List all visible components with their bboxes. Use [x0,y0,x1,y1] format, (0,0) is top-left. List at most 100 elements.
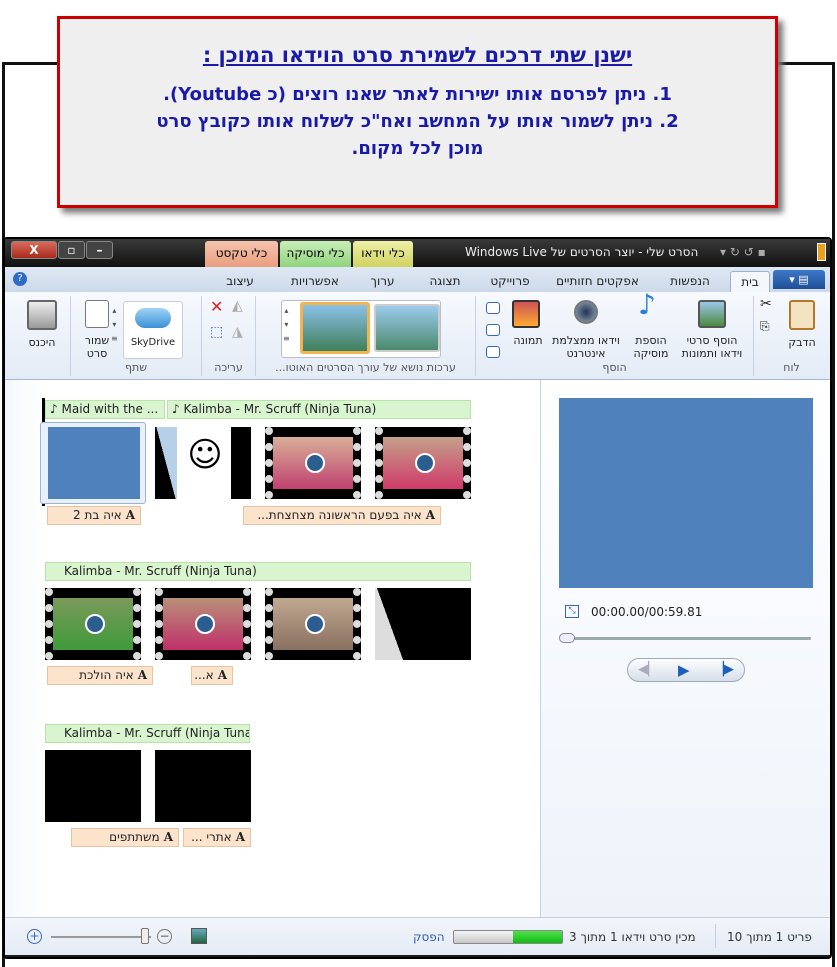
signin-button[interactable]: היכנס [19,336,65,349]
context-tab-text-tools[interactable]: כלי טקסט [205,241,278,268]
caption-clip[interactable]: Aא... [191,666,233,685]
title-icon[interactable] [486,302,500,314]
add-music-button[interactable]: הוספת מוסיקה [626,334,676,360]
credits-clip[interactable] [155,750,251,822]
progress-bar [453,930,563,944]
add-videos-button[interactable]: הוסף סרטי וידאו ותמונות [676,334,748,360]
music-clip[interactable]: ♪ Maid with the ... [45,400,165,419]
clip-birthday[interactable]: ☺ [155,427,251,499]
title-clip[interactable] [48,427,140,499]
playback-controls: ◀▏ ▶ ▕▶ [627,658,745,682]
zoom-slider-handle[interactable] [141,928,149,944]
caption-clip[interactable]: Aאיה בפעם הראשונה מצחצחת... [243,506,441,525]
tab-animations[interactable]: הנפשות [660,271,720,292]
cartoon-image: ☺ [187,435,223,475]
music-clip[interactable]: Kalimba - Mr. Scruff (Ninja Tuna) [45,562,471,581]
maximize-button[interactable]: ▫ [58,241,85,259]
music-clip[interactable]: Kalimba - Mr. Scruff (Ninja Tuna) [45,724,250,743]
save-movie-icon [85,300,109,328]
minimize-button[interactable]: – [86,241,113,259]
help-icon[interactable]: ? [13,272,27,286]
quick-access-toolbar[interactable]: ▾ ↻ ↺ ▪ [720,245,766,259]
music-clip[interactable]: ♪ Kalimba - Mr. Scruff (Ninja Tuna) [167,400,471,419]
item-count: פריט 1 מתוך 10 [727,930,812,944]
status-divider [715,924,716,948]
tab-visual-effects[interactable]: אפקטים חזותיים [545,271,650,292]
video-clip[interactable] [265,427,361,499]
webcam-video-button[interactable]: וידאו ממצלמת אינטרנט [546,334,626,360]
theme-item[interactable] [374,304,440,352]
clock-icon [305,614,325,634]
callout-line-3: מוכן לכל מקום. [351,138,484,159]
signin-icon [27,300,57,330]
thumbnail-size-icon[interactable] [191,928,207,944]
play-button[interactable]: ▶ [678,661,690,679]
stop-link[interactable]: הפסק [413,930,445,944]
group-clipboard: הדבק ✂ ⎘ לוח [753,296,829,376]
caption-icon[interactable] [486,324,500,336]
seek-bar[interactable] [561,637,811,640]
group-autotheme: ▴ ▾ ≡ ערכות נושא של עורך הסרטים האוטו... [255,296,475,376]
snapshot-button[interactable]: תמונה [508,334,548,347]
storyboard: ♪ Maid with the ... ♪ Kalimba - Mr. Scru… [5,380,540,917]
tab-view[interactable]: תצוגה [415,271,475,292]
group-editing: ✕ ◭ ⬚ ◮ עריכה [201,296,255,376]
fullscreen-icon[interactable]: ⤡ [565,605,579,618]
context-tab-music-tools[interactable]: כלי מוסיקה [280,241,351,268]
remove-icon[interactable]: ✕ [210,299,223,315]
callout-title: ישנן שתי דרכים לשמירת סרט הוידאו המוכן : [202,43,633,67]
video-clip[interactable] [265,588,361,660]
caption-clip[interactable]: Aאיה הולכת [47,666,153,685]
add-videos-icon [698,300,726,328]
tab-edit[interactable]: ערוך [355,271,410,292]
caption-clip[interactable]: Aמשתתפים [71,828,179,847]
tab-options[interactable]: אפשרויות [280,271,350,292]
group-label-editing: עריכה [214,361,243,374]
skydrive-label: SkyDrive [130,337,176,348]
context-tab-video-tools[interactable]: כלי וידאו [353,241,413,268]
tab-project[interactable]: פרוייקט [480,271,540,292]
paste-icon [789,300,815,330]
app-icon [817,243,826,261]
callout-line-2: 2. ניתן לשמור אותו על המחשב ואח"כ לשלוח … [156,111,679,132]
video-clip[interactable] [45,588,141,660]
preview-monitor[interactable] [559,398,813,588]
tab-home[interactable]: בית [730,271,770,292]
copy-icon[interactable]: ⎘ [760,320,770,333]
theme-item-selected[interactable] [300,302,370,354]
group-label-clipboard: לוח [783,361,800,374]
gallery-scroll[interactable]: ▴ ▾ ≡ [283,304,290,346]
ribbon-tabs: ? ▾ ▤ בית הנפשות אפקטים חזותיים פרוייקט … [5,267,830,292]
close-button[interactable]: X [11,241,57,259]
zoom-slider[interactable] [51,936,151,938]
video-clip-transition[interactable] [375,588,471,660]
video-clip[interactable] [155,588,251,660]
caption-clip[interactable]: Aאתרי ... [183,828,251,847]
skydrive-icon [135,308,171,328]
rotate-right-icon[interactable]: ◮ [232,325,243,339]
zoom-in-button[interactable]: + [27,929,42,944]
file-menu-button[interactable]: ▾ ▤ [773,270,825,289]
paste-button[interactable]: הדבק [779,336,825,349]
clock-icon [195,614,215,634]
rotate-left-icon[interactable]: ◭ [232,299,243,313]
group-label-share: שתף [124,361,148,374]
caption-clip[interactable]: Aאיה בת 2 [47,506,141,525]
cut-icon[interactable]: ✂ [760,297,772,311]
group-share: SkyDrive ▴ ▾ ≡ שמור סרט שתף [70,296,201,376]
status-bar: + − הפסק מכין סרט וידאו 1 מתוך 3 פריט 1 … [5,917,830,955]
credits-icon[interactable] [486,346,500,358]
ribbon: הדבק ✂ ⎘ לוח הוסף סרטי וידאו ותמונות ♪ ה… [5,291,830,380]
preview-pane: ⤡ 00:00.00/00:59.81 ◀▏ ▶ ▕▶ [540,380,830,917]
main-content: ♪ Maid with the ... ♪ Kalimba - Mr. Scru… [5,380,830,917]
credits-clip[interactable] [45,750,141,822]
save-movie-button[interactable]: שמור סרט [77,334,117,360]
zoom-out-button[interactable]: − [157,929,172,944]
video-clip[interactable] [375,427,471,499]
previous-frame-button[interactable]: ◀▏ [638,662,658,677]
seek-handle[interactable] [559,633,575,643]
instruction-callout: ישנן שתי דרכים לשמירת סרט הוידאו המוכן :… [57,16,778,208]
select-all-icon[interactable]: ⬚ [210,325,223,339]
next-frame-button[interactable]: ▕▶ [714,662,734,677]
tab-format[interactable]: עיצוב [205,271,275,292]
